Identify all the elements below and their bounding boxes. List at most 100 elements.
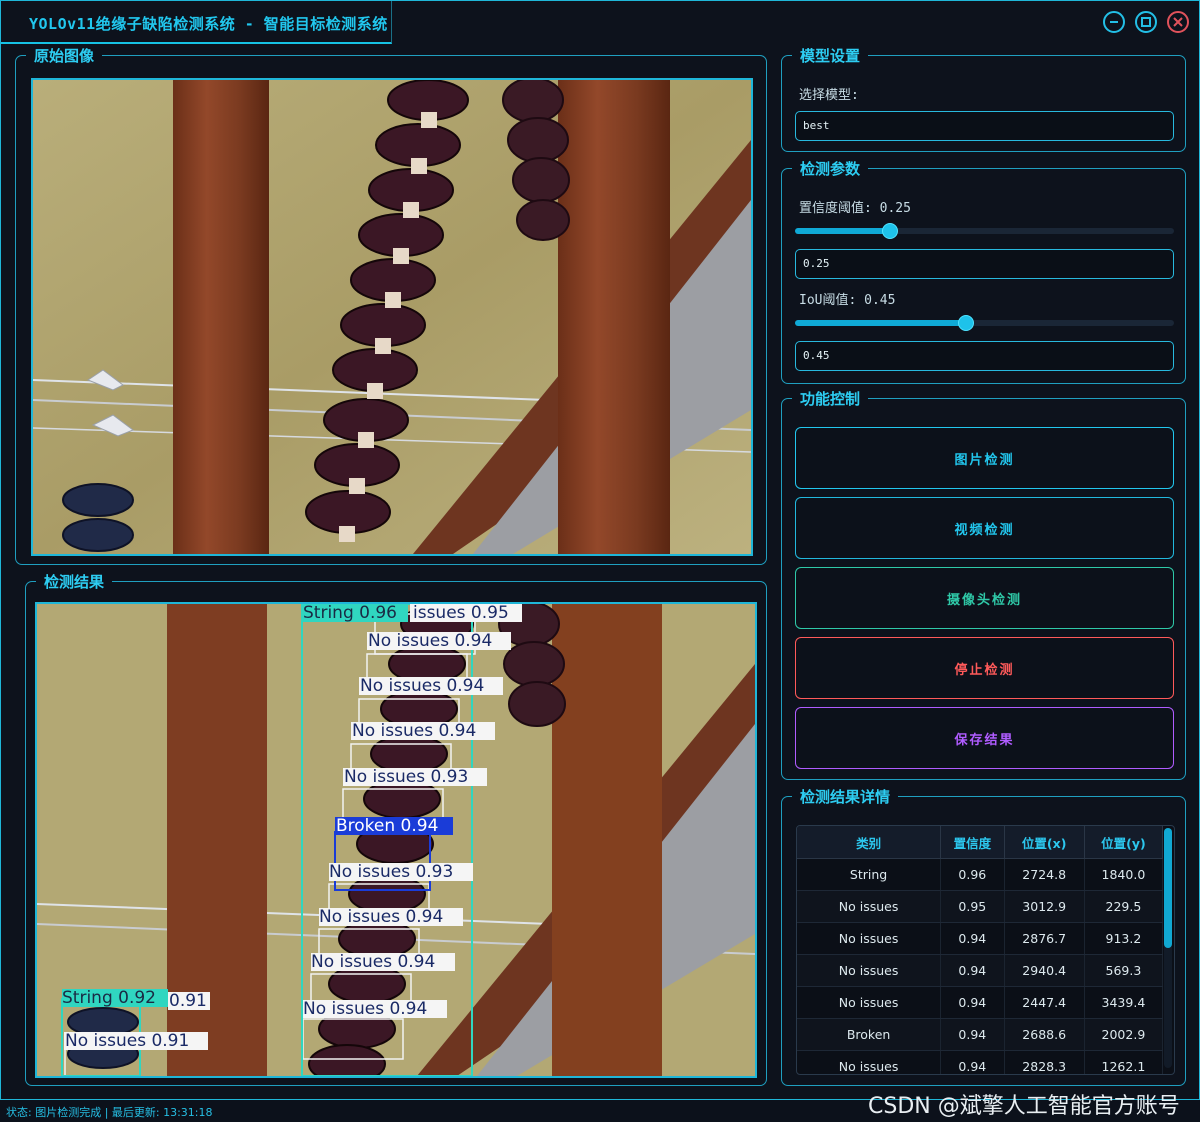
table-cell: 0.96 [940, 858, 1005, 891]
table-cell: 2724.8 [1004, 858, 1085, 891]
results-detail-group: 检测结果详情 类别 置信度 位置(x) 位置(y) String 0.96 2724… [781, 786, 1186, 1086]
col-header-x[interactable]: 位置(x) [1004, 826, 1085, 859]
select-model-label: 选择模型: [799, 88, 859, 103]
table-scrollbar-thumb[interactable] [1164, 828, 1172, 948]
status-bar: 状态: 图片检测完成 | 最后更新: 13:31:18 [6, 1106, 213, 1119]
det-label-string-096: String 0.96 [303, 604, 397, 623]
det-label-no-issues-094-f: No issues 0.94 [303, 999, 427, 1019]
conf-slider-fill [795, 228, 890, 234]
table-cell: 0.94 [940, 1018, 1005, 1051]
results-table-container: 类别 置信度 位置(x) 位置(y) String 0.96 2724.8 1840.… [796, 825, 1175, 1075]
detection-result-title: 检测结果 [36, 571, 113, 592]
camera-detect-button[interactable]: 摄像头检测 [795, 567, 1174, 629]
table-cell: 2940.4 [1004, 954, 1085, 987]
conf-threshold-label: 置信度阈值: 0.25 [799, 201, 911, 216]
results-detail-title: 检测结果详情 [792, 786, 899, 807]
det-label-091: 0.91 [169, 991, 207, 1011]
conf-slider-handle[interactable] [881, 223, 898, 239]
table-row[interactable]: No issues 0.94 2447.4 3439.4 [797, 986, 1164, 1019]
table-cell: No issues [797, 986, 942, 1019]
det-label-no-issues-093-a: No issues 0.93 [344, 767, 468, 787]
det-label-no-issues-094-b: No issues 0.94 [360, 676, 484, 696]
iou-value-field[interactable]: 0.45 [795, 341, 1174, 371]
table-cell: 2447.4 [1004, 986, 1085, 1019]
video-detect-button[interactable]: 视频检测 [795, 497, 1174, 559]
original-image [31, 78, 753, 556]
det-label-no-issues-094-e: No issues 0.94 [311, 952, 435, 972]
minimize-icon [1110, 21, 1118, 23]
title-bar: YOLOv11绝缘子缺陷检测系统 - 智能目标检测系统 [1, 1, 1199, 44]
col-header-class[interactable]: 类别 [797, 826, 942, 859]
model-select[interactable]: best [795, 111, 1174, 141]
table-cell: 0.94 [940, 986, 1005, 1019]
table-cell: No issues [797, 922, 942, 955]
iou-threshold-label: IoU阈值: 0.45 [799, 293, 896, 308]
detection-result-group: 检测结果 String 0.96 issues 0.95 No issues 0… [25, 571, 767, 1086]
table-row[interactable]: No issues 0.94 2940.4 569.3 [797, 954, 1164, 987]
function-control-group: 功能控制 图片检测 视频检测 摄像头检测 停止检测 保存结果 [781, 388, 1186, 780]
close-button[interactable] [1167, 11, 1189, 33]
conf-value-field[interactable]: 0.25 [795, 249, 1174, 279]
model-settings-title: 模型设置 [792, 45, 869, 66]
table-cell: 0.94 [940, 1050, 1005, 1074]
table-row[interactable]: No issues 0.94 2876.7 913.2 [797, 922, 1164, 955]
table-cell: String [797, 858, 942, 891]
insulator-photo [33, 80, 751, 554]
result-image: String 0.96 issues 0.95 No issues 0.94 N… [35, 602, 757, 1078]
table-cell: 1840.0 [1084, 858, 1164, 891]
table-cell: 1262.1 [1084, 1050, 1164, 1074]
table-cell: 2876.7 [1004, 922, 1085, 955]
original-image-group: 原始图像 [15, 45, 767, 565]
detection-params-group: 检测参数 置信度阈值: 0.25 0.25 IoU阈值: 0.45 0.45 [781, 158, 1186, 384]
table-cell: No issues [797, 1050, 942, 1074]
iou-slider-handle[interactable] [957, 315, 974, 331]
table-cell: 0.94 [940, 954, 1005, 987]
table-cell: 0.94 [940, 922, 1005, 955]
iou-slider-fill [795, 320, 966, 326]
close-icon [1173, 17, 1183, 27]
table-cell: 0.95 [940, 890, 1005, 923]
table-cell: 3012.9 [1004, 890, 1085, 923]
table-cell: 3439.4 [1084, 986, 1164, 1019]
iou-slider[interactable] [795, 315, 1174, 331]
det-label-no-issues-093-b: No issues 0.93 [329, 862, 453, 882]
save-results-button[interactable]: 保存结果 [795, 707, 1174, 769]
watermark: CSDN @斌擎人工智能官方账号 [868, 1094, 1180, 1119]
stop-detect-button[interactable]: 停止检测 [795, 637, 1174, 699]
image-detect-button[interactable]: 图片检测 [795, 427, 1174, 489]
table-cell: 2688.6 [1004, 1018, 1085, 1051]
table-cell: 913.2 [1084, 922, 1164, 955]
results-table: 类别 置信度 位置(x) 位置(y) String 0.96 2724.8 1840.… [797, 826, 1164, 1074]
function-control-title: 功能控制 [792, 388, 869, 409]
col-header-confidence[interactable]: 置信度 [940, 826, 1005, 859]
table-scrollbar[interactable] [1164, 828, 1172, 1068]
annotated-photo: String 0.96 issues 0.95 No issues 0.94 N… [37, 604, 755, 1076]
table-row[interactable]: No issues 0.94 2828.3 1262.1 [797, 1050, 1164, 1074]
model-settings-group: 模型设置 选择模型: best [781, 45, 1186, 152]
table-row[interactable]: String 0.96 2724.8 1840.0 [797, 858, 1164, 891]
table-cell: 229.5 [1084, 890, 1164, 923]
det-label-string-092: String 0.92 [62, 988, 156, 1008]
detection-params-title: 检测参数 [792, 158, 869, 179]
det-label-broken-094: Broken 0.94 [336, 816, 438, 836]
table-cell: No issues [797, 954, 942, 987]
table-row[interactable]: No issues 0.95 3012.9 229.5 [797, 890, 1164, 923]
table-cell: 569.3 [1084, 954, 1164, 987]
table-row[interactable]: Broken 0.94 2688.6 2002.9 [797, 1018, 1164, 1051]
col-header-y[interactable]: 位置(y) [1084, 826, 1164, 859]
det-label-issues-095: issues 0.95 [413, 604, 509, 623]
conf-slider[interactable] [795, 223, 1174, 239]
table-cell: 2828.3 [1004, 1050, 1085, 1074]
det-label-no-issues-094-d: No issues 0.94 [319, 907, 443, 927]
table-cell: 2002.9 [1084, 1018, 1164, 1051]
app-window: YOLOv11绝缘子缺陷检测系统 - 智能目标检测系统 原始图像 检测结果 St… [0, 0, 1200, 1100]
maximize-icon [1141, 17, 1151, 27]
det-label-no-issues-094-a: No issues 0.94 [368, 631, 492, 651]
app-title: YOLOv11绝缘子缺陷检测系统 - 智能目标检测系统 [29, 15, 388, 33]
table-cell: No issues [797, 890, 942, 923]
maximize-button[interactable] [1135, 11, 1157, 33]
det-label-no-issues-094-c: No issues 0.94 [352, 721, 476, 741]
original-image-title: 原始图像 [26, 45, 103, 66]
det-label-no-issues-091: No issues 0.91 [65, 1031, 189, 1051]
minimize-button[interactable] [1103, 11, 1125, 33]
